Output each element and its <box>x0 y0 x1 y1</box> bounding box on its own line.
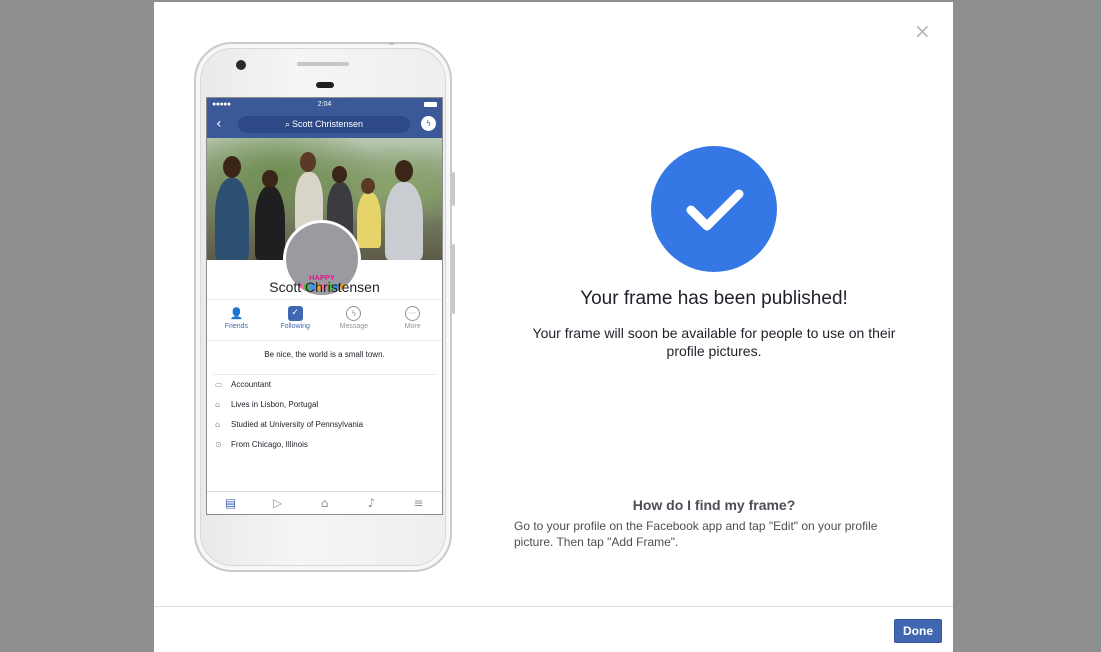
cover-person-head <box>262 170 278 188</box>
cover-person-head <box>395 160 413 182</box>
phone-tab-bar: ▤ ▷ ⌂ ♪ ≡ <box>207 491 442 514</box>
info-text: Accountant <box>231 380 272 389</box>
messenger-icon: ϟ <box>421 116 436 131</box>
divider <box>213 374 436 375</box>
checkmark-icon <box>686 189 744 231</box>
phone-illustration: ●●●●● 2:04 ‹ ⌕ Scott Christensen ϟ HAPPY… <box>194 42 455 572</box>
home-icon: ⌂ <box>215 400 221 409</box>
info-row: ⊙ From Chicago, Illinois <box>215 440 438 449</box>
footer-divider <box>154 606 953 607</box>
search-icon: ⌕ <box>284 120 290 130</box>
phone-camera <box>236 60 246 70</box>
action-friends: 👤 Friends <box>207 300 266 340</box>
phone-top-dot <box>389 42 394 45</box>
info-row: ⌂ Studied at University of Pennsylvania <box>215 420 438 429</box>
phone-sensor <box>297 62 349 66</box>
cover-person-head <box>332 166 347 183</box>
back-arrow-icon: ‹ <box>216 116 222 132</box>
cover-person <box>385 182 423 260</box>
info-text: From Chicago, Illinois <box>231 440 308 449</box>
info-row: ⌂ Lives in Lisbon, Portugal <box>215 400 438 409</box>
profile-name: Scott Christensen <box>269 279 380 295</box>
news-feed-icon: ▤ <box>224 496 237 510</box>
action-label: More <box>404 323 421 330</box>
action-label: Message <box>339 323 369 330</box>
success-message: Your frame will soon be available for pe… <box>532 325 896 359</box>
following-icon: ✓ <box>287 306 303 321</box>
action-label: Following <box>280 323 310 330</box>
info-text: Studied at University of Pennsylvania <box>231 420 364 429</box>
cover-person-head <box>300 152 316 172</box>
cover-person <box>215 178 249 260</box>
phone-nav-bar: ‹ ⌕ Scott Christensen ϟ <box>207 111 442 138</box>
cover-photo: HAPPY BIRTHDAY <box>207 138 442 298</box>
status-time: 2:04 <box>317 101 332 108</box>
search-text: Scott Christensen <box>292 119 364 129</box>
notifications-icon: ♪ <box>367 496 376 510</box>
info-row: ▭ Accountant <box>215 380 438 389</box>
watch-icon: ▷ <box>272 496 283 510</box>
messenger-icon: ϟ <box>346 306 362 321</box>
phone-earpiece <box>316 82 334 88</box>
marketplace-icon: ⌂ <box>320 496 329 510</box>
success-title: Your frame has been published! <box>580 288 848 309</box>
phone-status-bar: ●●●●● 2:04 <box>207 98 442 111</box>
briefcase-icon: ▭ <box>215 380 223 389</box>
help-text: Go to your profile on the Facebook app a… <box>514 519 878 549</box>
action-following: ✓ Following <box>266 300 325 340</box>
info-text: Lives in Lisbon, Portugal <box>231 400 319 409</box>
location-pin-icon: ⊙ <box>215 440 222 449</box>
action-label: Friends <box>224 323 249 330</box>
phone-search-box: ⌕ Scott Christensen <box>238 116 410 133</box>
frame-published-dialog: × ●●●●● 2:04 ‹ ⌕ Scott Christensen ϟ HAP… <box>154 2 953 652</box>
cover-person-head <box>223 156 241 178</box>
phone-volume-up <box>452 172 455 206</box>
profile-actions: 👤 Friends ✓ Following ϟ Message ··· More <box>207 299 442 341</box>
cover-person-head <box>361 178 375 194</box>
friends-icon: 👤 <box>229 307 244 320</box>
close-icon[interactable]: × <box>914 21 931 41</box>
help-title: How do I find my frame? <box>632 497 796 513</box>
cover-person <box>255 186 285 260</box>
cover-person <box>357 192 381 248</box>
more-icon: ··· <box>405 306 421 321</box>
success-checkmark-icon <box>651 146 777 272</box>
action-message: ϟ Message <box>325 300 384 340</box>
profile-bio: Be nice, the world is a small town. <box>264 350 385 359</box>
menu-icon: ≡ <box>413 496 424 510</box>
done-button[interactable]: Done <box>894 619 942 643</box>
phone-screen: ●●●●● 2:04 ‹ ⌕ Scott Christensen ϟ HAPPY… <box>206 97 443 515</box>
action-more: ··· More <box>383 300 442 340</box>
battery-icon <box>424 102 437 107</box>
graduation-cap-icon: ⌂ <box>215 420 221 429</box>
phone-volume-down <box>452 244 455 314</box>
